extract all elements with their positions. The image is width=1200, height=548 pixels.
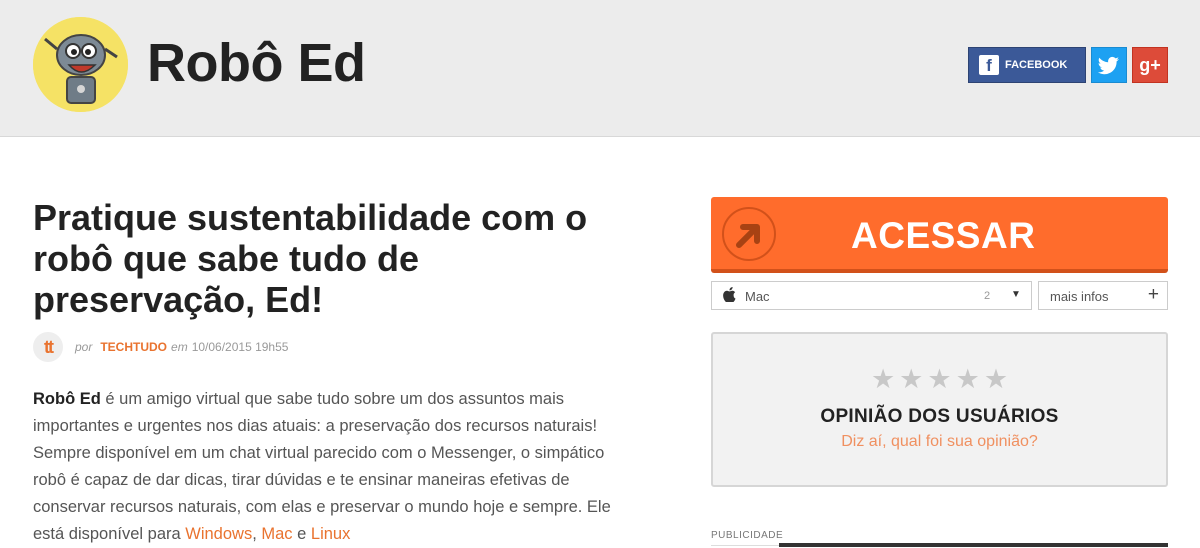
platform-select[interactable]: Mac 2 ▼: [711, 281, 1032, 310]
byline-datetime: 10/06/2015 19h55: [191, 340, 289, 354]
article-body: Robô Ed é um amigo virtual que sabe tudo…: [33, 386, 623, 548]
facebook-label: FACEBOOK: [1005, 59, 1068, 71]
robo-ed-logo[interactable]: [33, 17, 128, 112]
twitter-icon: [1097, 56, 1119, 75]
arrow-icon: [722, 207, 776, 261]
twitter-share-button[interactable]: [1091, 47, 1127, 83]
article-title: Pratique sustentabilidade com o robô que…: [33, 197, 588, 320]
body-sep-1: ,: [252, 525, 262, 543]
plus-icon: +: [1147, 284, 1159, 305]
byline-on: em: [171, 340, 188, 354]
rating-stars[interactable]: ★ ★ ★ ★ ★: [713, 364, 1166, 394]
chevron-down-icon: ▼: [1011, 289, 1021, 300]
user-opinion-box: ★ ★ ★ ★ ★ OPINIÃO DOS USUÁRIOS Diz aí, q…: [711, 332, 1168, 487]
windows-link[interactable]: Windows: [185, 525, 252, 543]
star-icon[interactable]: ★: [956, 364, 980, 394]
mac-link[interactable]: Mac: [261, 525, 292, 543]
ad-banner[interactable]: [779, 543, 1168, 547]
opinion-prompt-link[interactable]: Diz aí, qual foi sua opinião?: [713, 433, 1166, 451]
googleplus-share-button[interactable]: g+: [1132, 47, 1168, 83]
body-sep-2: e: [292, 525, 311, 543]
acessar-label: ACESSAR: [851, 215, 1036, 256]
facebook-icon: f: [979, 55, 999, 75]
body-text: é um amigo virtual que sabe tudo sobre u…: [33, 390, 611, 543]
site-title[interactable]: Robô Ed: [147, 32, 366, 94]
star-icon[interactable]: ★: [899, 364, 923, 394]
article-byline: tt por TECHTUDO em 10/06/2015 19h55: [33, 332, 288, 362]
techtudo-avatar: tt: [33, 332, 63, 362]
body-bold-name: Robô Ed: [33, 390, 101, 408]
platform-count: 2: [984, 290, 991, 302]
opinion-title: OPINIÃO DOS USUÁRIOS: [820, 406, 1059, 427]
googleplus-icon: g+: [1139, 55, 1161, 75]
byline-source[interactable]: TECHTUDO: [100, 340, 167, 354]
ad-label: PUBLICIDADE: [711, 530, 784, 541]
star-icon[interactable]: ★: [927, 364, 951, 394]
linux-link[interactable]: Linux: [311, 525, 350, 543]
site-header: Robô Ed f FACEBOOK g+: [0, 0, 1200, 137]
acessar-button[interactable]: ACESSAR: [711, 197, 1168, 273]
apple-icon: [723, 287, 736, 306]
platform-value: Mac: [745, 289, 770, 304]
facebook-share-button[interactable]: f FACEBOOK: [968, 47, 1086, 83]
more-info-label: mais infos: [1050, 289, 1109, 304]
star-icon[interactable]: ★: [984, 364, 1008, 394]
star-icon[interactable]: ★: [871, 364, 895, 394]
more-info-button[interactable]: mais infos +: [1038, 281, 1168, 310]
byline-by: por: [75, 340, 93, 354]
